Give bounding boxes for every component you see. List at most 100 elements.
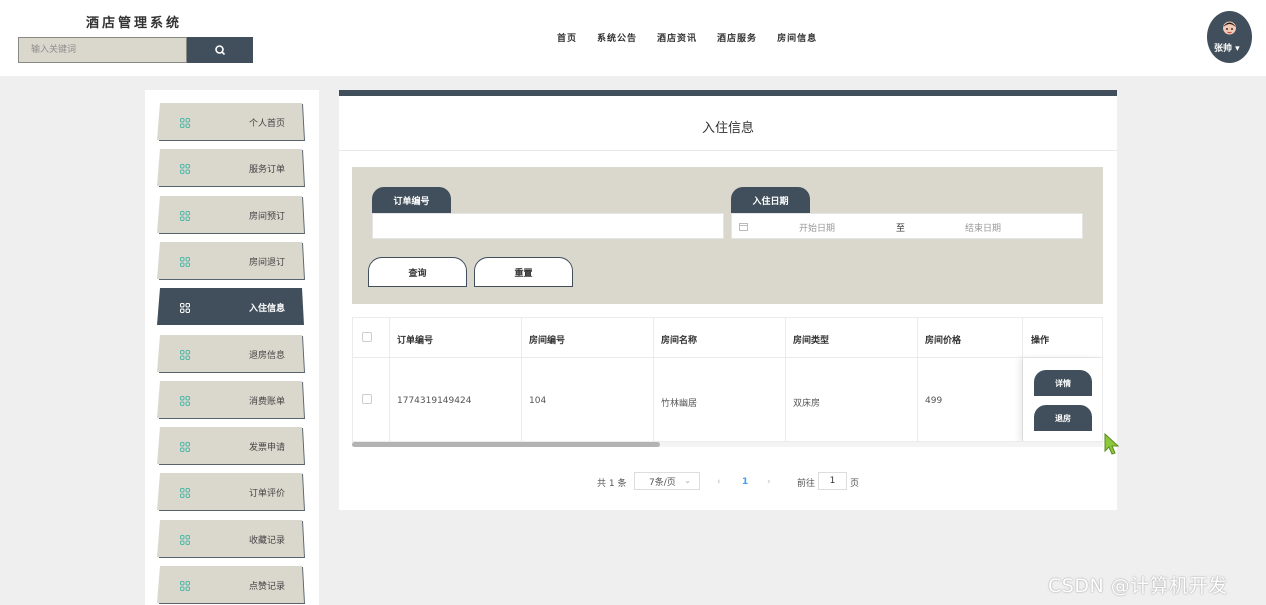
user-avatar-menu[interactable]: 张帅 ▾ — [1207, 11, 1252, 63]
nav-announcements[interactable]: 系统公告 — [597, 31, 637, 44]
sidebar-item-label: 服务订单 — [248, 165, 285, 176]
header-room-name: 房间名称 — [661, 336, 698, 346]
sidebar-item-label: 订单评价 — [248, 489, 285, 500]
header-room-price: 房间价格 — [925, 336, 962, 346]
nav-home[interactable]: 首页 — [557, 31, 577, 44]
column-divider — [653, 318, 654, 441]
top-header: 酒店管理系统 首页 系统公告 酒店资讯 酒店服务 房间信息 张帅 ▾ — [0, 0, 1266, 76]
header-row-divider — [353, 357, 1102, 358]
menu-grid-icon — [180, 210, 190, 221]
checkin-table: 订单编号 房间编号 房间名称 房间类型 房间价格 操作 177431914942… — [352, 317, 1103, 442]
sidebar-item-order-review[interactable]: 订单评价 — [157, 473, 305, 512]
page-number-current[interactable]: 1 — [742, 472, 748, 492]
horizontal-scrollbar[interactable] — [352, 442, 1103, 447]
prev-page-button[interactable]: ‹ — [717, 472, 721, 492]
nav-hotel-news[interactable]: 酒店资讯 — [657, 31, 697, 44]
select-all-checkbox[interactable] — [362, 332, 372, 342]
reset-button[interactable]: 重置 — [474, 257, 573, 287]
site-title: 酒店管理系统 — [86, 16, 183, 31]
page-size-select[interactable]: 7条/页 ⌄ — [634, 472, 700, 490]
main-top-accent-bar — [339, 90, 1117, 96]
sidebar-item-favorites[interactable]: 收藏记录 — [157, 519, 305, 559]
next-page-button[interactable]: › — [767, 472, 771, 492]
menu-grid-icon — [180, 118, 190, 128]
header-room-type: 房间类型 — [793, 336, 830, 346]
cell-room-type: 双床房 — [793, 399, 821, 409]
column-divider — [785, 318, 786, 441]
avatar-icon — [1223, 21, 1236, 35]
cell-room-name: 竹林幽居 — [661, 399, 698, 409]
sidebar-item-label: 消费账单 — [248, 396, 285, 407]
chevron-down-icon: ⌄ — [684, 476, 691, 485]
sidebar-item-checkin-info[interactable]: 入住信息 — [157, 288, 305, 327]
sidebar-item-label: 收藏记录 — [248, 535, 285, 546]
sidebar-item-home[interactable]: 个人首页 — [157, 103, 305, 142]
column-divider — [917, 318, 918, 441]
date-separator: 至 — [896, 224, 906, 234]
cell-room-no: 104 — [529, 396, 547, 406]
menu-grid-icon — [180, 442, 190, 453]
watermark: CSDN @计算机开发 — [1048, 575, 1228, 597]
header-actions: 操作 — [1031, 336, 1050, 346]
cell-room-price: 499 — [925, 396, 943, 406]
pagination-total: 共 1 条 — [597, 478, 627, 489]
sidebar-item-label: 点赞记录 — [248, 582, 285, 592]
cell-order-no: 1774319149424 — [397, 396, 472, 406]
menu-grid-icon — [180, 581, 190, 591]
scrollbar-thumb[interactable] — [352, 442, 660, 447]
sidebar: 个人首页服务订单房间预订房间退订入住信息退房信息消费账单发票申请订单评价收藏记录… — [145, 90, 319, 605]
main-panel: 入住信息 订单编号 入住日期 开始日期 至 结束日期 查询 重置 订单编号 房间… — [339, 90, 1117, 510]
header-order-no: 订单编号 — [397, 336, 434, 346]
checkout-button[interactable]: 退房 — [1034, 405, 1092, 431]
header-room-no: 房间编号 — [529, 336, 566, 346]
chevron-down-icon: ▾ — [1235, 44, 1240, 54]
search-button[interactable] — [187, 37, 253, 63]
sidebar-item-bills[interactable]: 消费账单 — [157, 380, 305, 420]
menu-grid-icon — [180, 349, 190, 360]
user-name-text: 张帅 — [1214, 44, 1233, 54]
menu-grid-icon — [180, 534, 190, 545]
page-title: 入住信息 — [701, 121, 754, 136]
sidebar-item-invoice[interactable]: 发票申请 — [157, 427, 305, 466]
sidebar-item-service-orders[interactable]: 服务订单 — [157, 149, 305, 188]
order-no-label: 订单编号 — [372, 187, 451, 213]
nav-hotel-services[interactable]: 酒店服务 — [717, 31, 757, 44]
goto-page-input[interactable] — [818, 472, 847, 490]
detail-button[interactable]: 详情 — [1034, 370, 1092, 396]
calendar-icon — [739, 223, 748, 231]
order-no-input[interactable] — [372, 213, 724, 239]
main-nav: 首页 系统公告 酒店资讯 酒店服务 房间信息 — [557, 31, 837, 44]
filter-panel: 订单编号 入住日期 开始日期 至 结束日期 查询 重置 — [352, 167, 1103, 304]
sidebar-item-label: 房间预订 — [248, 211, 285, 222]
start-date-placeholder: 开始日期 — [799, 224, 836, 234]
menu-grid-icon — [180, 303, 190, 314]
goto-suffix: 页 — [850, 478, 860, 489]
column-divider — [521, 318, 522, 441]
sidebar-item-room-booking[interactable]: 房间预订 — [157, 195, 305, 235]
page-size-value: 7条/页 — [649, 477, 676, 488]
sidebar-item-label: 房间退订 — [248, 257, 285, 268]
sidebar-item-label: 入住信息 — [248, 304, 285, 315]
checkin-date-range-picker[interactable]: 开始日期 至 结束日期 — [731, 213, 1083, 239]
row-checkbox[interactable] — [362, 394, 372, 404]
query-button[interactable]: 查询 — [368, 257, 467, 287]
column-divider — [389, 318, 390, 441]
search-icon — [215, 45, 226, 56]
sidebar-item-label: 退房信息 — [248, 350, 285, 361]
user-name: 张帅 ▾ — [1214, 41, 1240, 54]
end-date-placeholder: 结束日期 — [965, 224, 1002, 234]
checkin-date-label: 入住日期 — [731, 187, 810, 213]
nav-room-info[interactable]: 房间信息 — [777, 31, 817, 44]
mouse-cursor-icon — [1104, 433, 1120, 455]
sidebar-item-checkout-info[interactable]: 退房信息 — [157, 334, 305, 374]
sidebar-item-label: 发票申请 — [248, 443, 285, 454]
menu-grid-icon — [180, 395, 190, 406]
sidebar-item-label: 个人首页 — [248, 119, 285, 129]
menu-grid-icon — [180, 164, 190, 175]
search-bar — [18, 37, 253, 63]
menu-grid-icon — [180, 488, 190, 499]
sidebar-item-likes[interactable]: 点赞记录 — [157, 566, 305, 605]
menu-grid-icon — [180, 256, 190, 267]
search-input[interactable] — [18, 37, 187, 63]
sidebar-item-room-cancel[interactable]: 房间退订 — [157, 241, 305, 281]
